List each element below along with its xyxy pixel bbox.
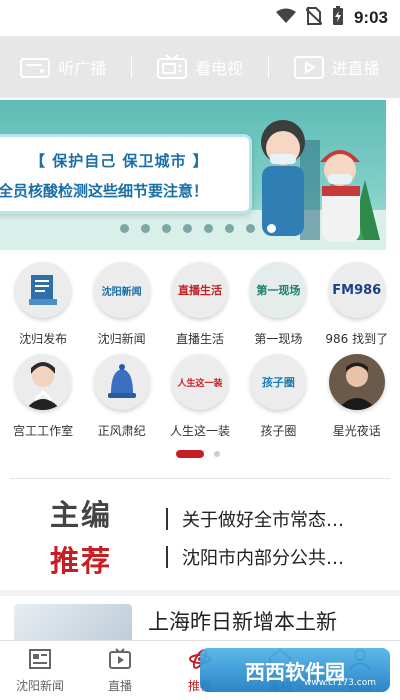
editor-pick-item-title: 关于做好全市常态… [182,510,344,531]
banner-card [0,134,252,214]
page-dot-active[interactable] [176,450,204,458]
live-icon [108,647,132,673]
nav-live[interactable]: 直播 [81,647,159,694]
service-life-story[interactable]: 人生这一装 人生这一装 [162,354,238,446]
live-play-icon [293,54,324,80]
service-label: 沈归发布 [19,332,68,346]
service-shenyang-news[interactable]: 沈阳新闻 沈归新闻 [84,262,160,354]
divider [10,478,390,479]
media-bar: 听广播 看电视 进直播 [0,36,400,98]
banner-subtitle: 全员核酸检测这些细节要注意！ [0,182,209,200]
banner-dot[interactable] [162,224,171,233]
listen-radio-label: 听广播 [58,59,107,78]
tv-icon [156,54,187,80]
banner-pagination [120,224,276,233]
wifi-icon [275,8,296,28]
radio-icon [20,55,51,79]
watch-tv-label: 看电视 [194,59,243,78]
service-first-scene[interactable]: 第一现场 第一现场 [240,262,316,354]
service-label: 孩子圈 [260,424,297,438]
service-shenyang-release[interactable]: 沈归发布 [5,262,81,354]
service-kids-circle[interactable]: 孩子圈 孩子圈 [240,354,316,446]
service-label: 宫工工作室 [13,424,74,438]
service-label: 第一现场 [254,332,303,346]
banner-dot[interactable] [225,224,234,233]
enter-live-button[interactable]: 进直播 [293,54,380,80]
section-gap [0,590,400,596]
editor-pick-item[interactable]: 关于做好全市常态… [166,500,386,538]
banner-dot[interactable] [204,224,213,233]
service-fm986[interactable]: FM986 986 找到了 [319,262,395,354]
banner-dot[interactable] [246,224,255,233]
first-scene-logo-icon: 第一现场 [250,262,307,318]
banner-dot[interactable] [141,224,150,233]
editor-pick-item[interactable]: 沈阳市内部分公共… [166,538,386,576]
services-pagination [176,450,220,458]
watermark-logo: 西西软件园 www.cr173.com [200,648,390,692]
service-label: 正风肃纪 [97,424,146,438]
host-avatar-icon [15,354,72,410]
media-divider [267,56,269,78]
editor-pick-item-title: 沈阳市内部分公共… [182,548,344,569]
brand-top-text: 主编 [50,498,113,532]
kids-circle-logo-icon: 孩子圈 [250,354,307,410]
news-title: 上海昨日新增本土新 [148,610,337,634]
banner-title: 【 保护自己 保卫城市 】 [30,152,209,170]
bell-badge-icon [93,354,150,410]
fm986-logo-icon: FM986 [328,262,385,318]
service-label: 986 找到了 [325,332,389,346]
editor-pick-section: 主编 推荐 关于做好全市常态… 沈阳市内部分公共… [0,486,400,586]
watermark-url: www.cr173.com [303,678,376,688]
status-bar: 9:03 [0,0,400,36]
status-time: 9:03 [353,8,388,27]
news-thumbnail [14,604,132,640]
life-story-logo-icon: 人生这一装 [171,354,228,410]
service-label: 人生这一装 [169,424,230,438]
banner-dot[interactable] [183,224,192,233]
services-row: 宫工工作室 正风肃纪 人生这一装 人生这一装 孩子圈 孩子圈 星光夜话 [0,354,400,446]
banner-dot[interactable] [120,224,129,233]
nav-shenyang-news[interactable]: 沈阳新闻 [1,648,79,694]
service-starlight-talk[interactable]: 星光夜话 [319,354,395,446]
service-label: 沈归新闻 [97,332,146,346]
shenyang-news-logo-icon: 沈阳新闻 [93,262,150,318]
service-label: 星光夜话 [332,424,381,438]
nav-label: 沈阳新闻 [15,678,64,693]
service-live-life[interactable]: 直播生活 直播生活 [162,262,238,354]
services-grid: 沈归发布 沈阳新闻 沈归新闻 直播生活 直播生活 第一现场 第一现场 FM986… [0,262,400,446]
news-card[interactable]: 上海昨日新增本土新 [0,600,400,640]
banner-dot-active[interactable] [267,224,276,233]
page-dot[interactable] [214,451,220,457]
watch-tv-button[interactable]: 看电视 [156,54,243,80]
enter-live-label: 进直播 [331,59,380,78]
host-avatar-icon [328,354,385,410]
no-sim-icon [305,7,323,29]
brand-bottom-text: 推荐 [50,544,113,578]
news-icon [28,648,52,673]
document-icon [15,262,72,318]
item-bar [166,508,168,530]
nav-label: 直播 [107,678,132,693]
service-discipline[interactable]: 正风肃纪 [84,354,160,446]
battery-charging-icon [332,6,344,30]
service-label: 直播生活 [175,332,224,346]
media-divider [131,56,133,78]
live-life-logo-icon: 直播生活 [171,262,228,318]
services-row: 沈归发布 沈阳新闻 沈归新闻 直播生活 直播生活 第一现场 第一现场 FM986… [0,262,400,354]
item-bar [166,546,168,568]
editor-pick-brand: 主编 推荐 [50,492,130,580]
editor-pick-list: 关于做好全市常态… 沈阳市内部分公共… [166,500,386,576]
listen-radio-button[interactable]: 听广播 [20,55,106,79]
service-studio[interactable]: 宫工工作室 [5,354,81,446]
